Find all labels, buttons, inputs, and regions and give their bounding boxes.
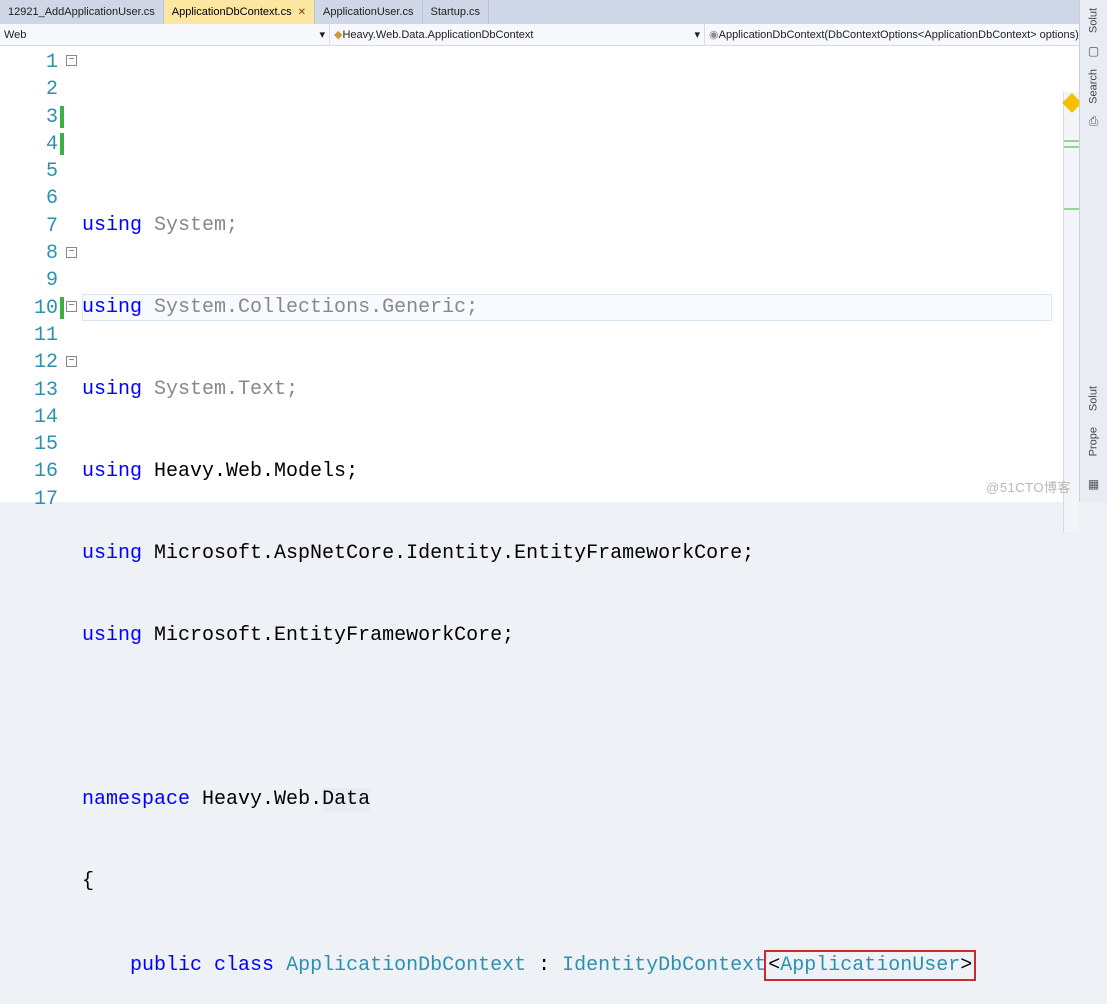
line-number: 3 [0, 104, 58, 131]
tab-applicationuser[interactable]: ApplicationUser.cs [315, 0, 423, 24]
fold-toggle[interactable]: − [66, 301, 77, 312]
code-editor[interactable]: 1 2 3 4 5 6 7 8 9 10 11 12 13 14 15 16 1… [0, 46, 1107, 502]
editor-tab-bar: 12921_AddApplicationUser.cs ApplicationD… [0, 0, 1107, 24]
change-marker [1064, 208, 1079, 210]
change-marker [1064, 140, 1079, 142]
code-line: using System.Collections.Generic; [82, 294, 1107, 321]
line-number: 5 [0, 158, 58, 185]
tab-label: Startup.cs [431, 6, 481, 18]
properties-tab[interactable]: Prope [1088, 423, 1100, 460]
tab-migration-file[interactable]: 12921_AddApplicationUser.cs [0, 0, 164, 24]
panel-icon[interactable]: ▢ [1086, 43, 1102, 59]
code-line: { [82, 868, 1107, 895]
fold-toggle[interactable]: − [66, 356, 77, 367]
change-marker [1064, 146, 1079, 148]
code-line: public class ApplicationDbContext : Iden… [82, 950, 1107, 981]
navigation-breadcrumb: Web ▾ ◆ Heavy.Web.Data.ApplicationDbCont… [0, 24, 1107, 46]
line-number: 16 [0, 458, 58, 485]
solution-explorer-tab[interactable]: Solut [1088, 4, 1100, 37]
code-line: using Heavy.Web.Models; [82, 458, 1107, 485]
line-number: 11 [0, 322, 58, 349]
class-label: Heavy.Web.Data.ApplicationDbContext [342, 29, 533, 41]
tab-startup[interactable]: Startup.cs [423, 0, 490, 24]
code-line: using Microsoft.AspNetCore.Identity.Enti… [82, 540, 1107, 567]
tab-label: 12921_AddApplicationUser.cs [8, 6, 155, 18]
code-line: using Microsoft.EntityFrameworkCore; [82, 622, 1107, 649]
class-icon: ◆ [334, 28, 342, 41]
member-dropdown[interactable]: ◉ ApplicationDbContext(DbContextOptions<… [705, 24, 1107, 45]
code-line [82, 704, 1107, 731]
line-number: 2 [0, 76, 58, 103]
tab-label: ApplicationDbContext.cs [172, 6, 292, 18]
line-number: 8 [0, 240, 58, 267]
code-area[interactable]: using System; using System.Collections.G… [80, 46, 1107, 502]
code-line: using System; [82, 212, 1107, 239]
search-tab[interactable]: Search [1088, 65, 1100, 108]
member-label: ApplicationDbContext(DbContextOptions<Ap… [719, 29, 1079, 41]
fold-toggle[interactable]: − [66, 247, 77, 258]
line-number: 13 [0, 377, 58, 404]
fold-column: − − − − [66, 46, 80, 502]
chevron-down-icon: ▾ [694, 28, 700, 41]
line-number: 12 [0, 349, 58, 376]
line-number: 17 [0, 486, 58, 513]
line-number: 6 [0, 185, 58, 212]
line-number: 4 [0, 131, 58, 158]
method-icon: ◉ [709, 28, 719, 41]
highlighted-generic-box: <ApplicationUser> [764, 950, 976, 981]
close-icon[interactable]: ✕ [298, 7, 306, 18]
line-number: 10 [0, 295, 58, 322]
tab-label: ApplicationUser.cs [323, 6, 414, 18]
code-line: using System.Text; [82, 376, 1107, 403]
class-dropdown[interactable]: ◆ Heavy.Web.Data.ApplicationDbContext ▾ [330, 24, 705, 45]
chevron-down-icon: ▾ [319, 28, 325, 41]
fold-toggle[interactable]: − [66, 55, 77, 66]
line-number: 1 [0, 49, 58, 76]
code-line: namespace Heavy.Web.Data [82, 786, 1107, 813]
tab-appdbcontext[interactable]: ApplicationDbContext.cs ✕ [164, 0, 315, 24]
line-number: 14 [0, 404, 58, 431]
line-number-gutter: 1 2 3 4 5 6 7 8 9 10 11 12 13 14 15 16 1… [0, 46, 66, 502]
line-number: 15 [0, 431, 58, 458]
pin-icon[interactable]: ⎙ [1086, 114, 1102, 130]
scope-dropdown[interactable]: Web ▾ [0, 24, 330, 45]
side-panel-rail: Solut ▢ Search ⎙ Solut Prope ▦ [1079, 0, 1107, 502]
scope-label: Web [4, 29, 26, 41]
line-number: 7 [0, 213, 58, 240]
line-number: 9 [0, 267, 58, 294]
